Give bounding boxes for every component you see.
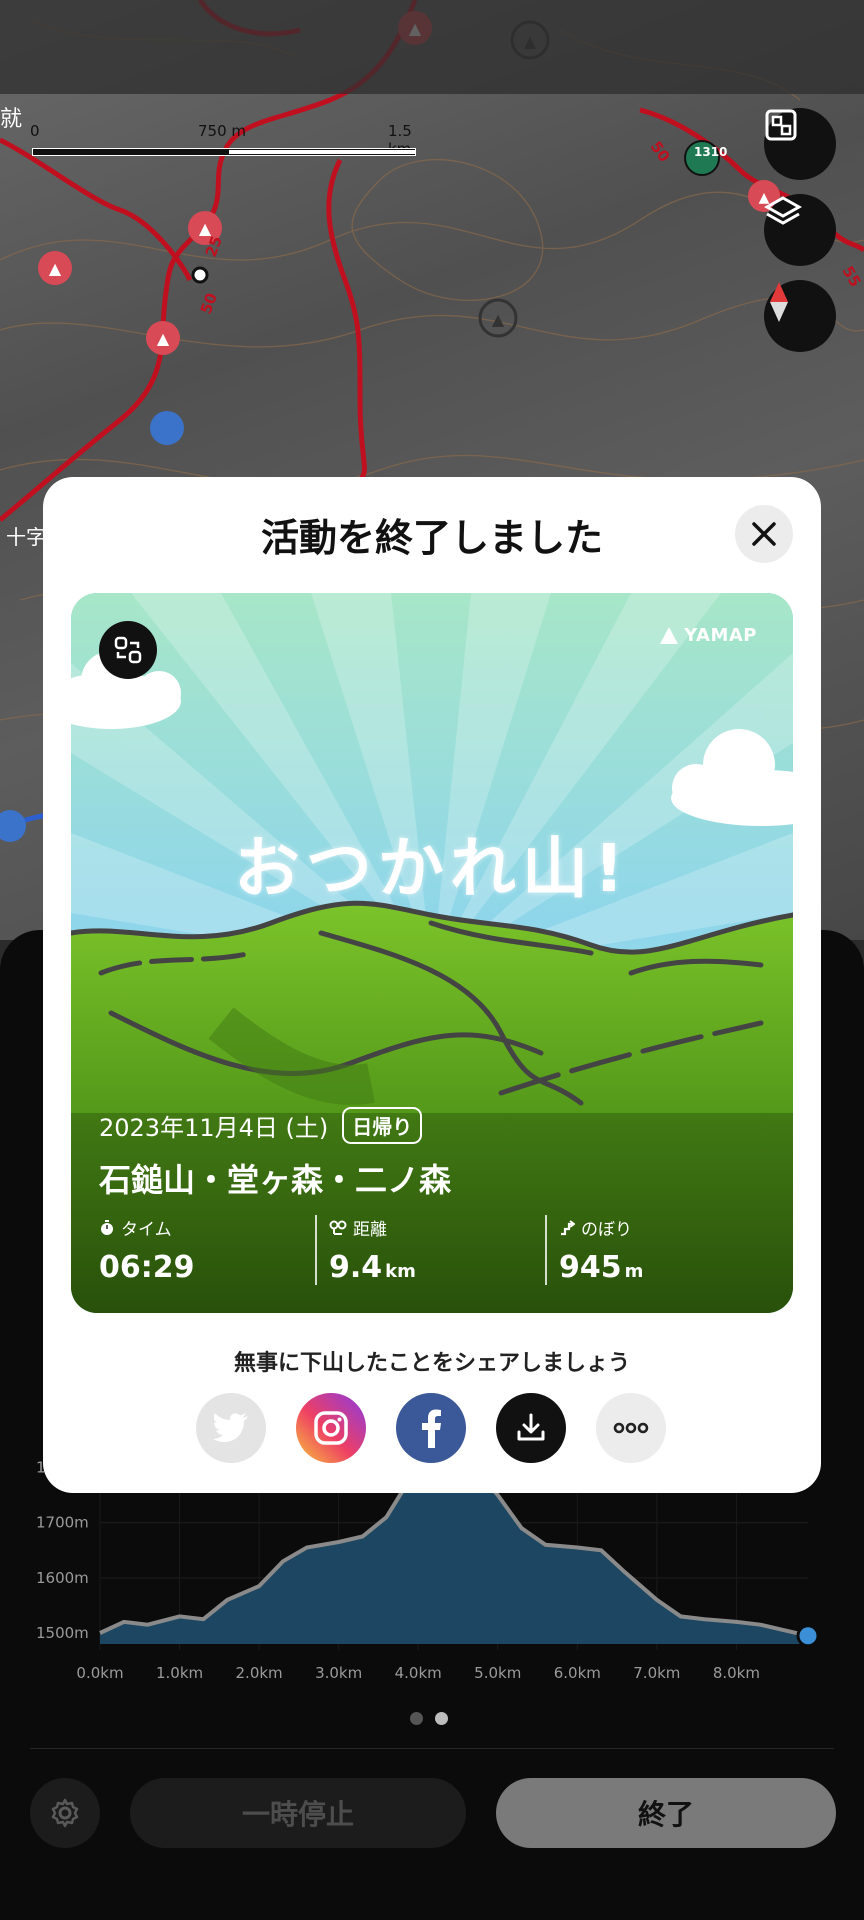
trail-marker: 50 [197,291,221,317]
switch-design-button[interactable] [99,621,157,679]
day-trip-tag: 日帰り [342,1107,423,1144]
end-button[interactable]: 終了 [496,1778,836,1848]
facebook-share-button[interactable] [396,1393,466,1463]
ascent-icon [561,1219,575,1235]
stopwatch-icon [101,1219,113,1235]
trail-marker: 55 [839,263,864,290]
x-tick-label: 1.0km [156,1664,203,1682]
share-prompt: 無事に下山したことをシェアしましょう [233,1351,630,1376]
scale-label: 0 [30,122,40,140]
brand-name: YAMAP [684,625,757,646]
catchphrase: おつかれ山! [233,830,631,907]
x-tick-label: 8.0km [713,1664,760,1682]
svg-text:▲: ▲ [49,259,62,278]
scale-label: 750 m [198,122,247,140]
stat-value: 06:29 [99,1250,195,1285]
activity-stats: タイム 06:29 距離 9.4 km のぼり 945 m [99,1215,775,1285]
activity-date-row: 2023年11月4日 (土) 日帰り [99,1107,423,1144]
instagram-icon [314,1411,348,1445]
x-tick-label: 6.0km [554,1664,601,1682]
distance-icon [329,1220,347,1235]
divider [30,1748,834,1749]
stat-unit: km [385,1261,416,1282]
twitter-icon [213,1413,248,1443]
close-icon [752,522,776,546]
current-position-marker [796,1624,820,1648]
compass-icon [770,282,788,322]
map-top-bar [0,0,864,94]
y-tick-label: 1500m [36,1624,89,1642]
pause-button[interactable]: 一時停止 [130,1778,466,1848]
layers-button[interactable] [764,194,836,266]
facebook-icon [422,1409,441,1448]
stat-ascent: のぼり 945 m [545,1215,775,1285]
close-button[interactable] [735,505,793,563]
gear-icon [51,1798,79,1828]
x-tick-label: 7.0km [633,1664,680,1682]
swap-icon [114,636,142,664]
map-place-label: 就 [0,107,22,132]
activity-finished-dialog: 活動を終了しました YAMAP おつかれ山! 2023年11月4日 (土) 日帰… [43,477,821,1493]
activity-date: 2023年11月4日 (土) [99,1114,329,1142]
stat-value: 945 [559,1250,622,1285]
stat-label: 距離 [353,1220,387,1240]
share-buttons [196,1393,666,1463]
download-icon [517,1413,545,1441]
stat-value: 9.4 [329,1250,383,1285]
stat-label: のぼり [581,1220,632,1240]
mountain-name: 石鎚山・堂ヶ森・二ノ森 [99,1161,452,1199]
page-dot [410,1712,423,1725]
yamap-logo: YAMAP [660,625,757,646]
dialog-title: 活動を終了しました [260,516,603,560]
layers-icon [764,196,802,225]
stat-unit: m [624,1261,644,1282]
trail-marker: 1310 [694,145,727,159]
x-tick-label: 0.0km [76,1664,123,1682]
x-tick-label: 4.0km [395,1664,442,1682]
stat-time: タイム 06:29 [99,1215,315,1285]
settings-button[interactable] [30,1778,100,1848]
instagram-share-button[interactable] [296,1393,366,1463]
compass-button[interactable] [764,280,836,352]
page-indicator [410,1712,448,1725]
fit-route-button[interactable] [764,108,836,180]
trail-marker: 50 [647,138,674,165]
stat-label: タイム [121,1220,172,1240]
svg-text:▲: ▲ [492,310,505,329]
y-tick-label: 1700m [36,1514,89,1532]
summary-card: YAMAP おつかれ山! 2023年11月4日 (土) 日帰り 石鎚山・堂ヶ森・… [71,593,793,1313]
more-share-button[interactable] [596,1393,666,1463]
fit-screen-icon [765,109,797,141]
card-illustration [71,593,793,1313]
x-tick-label: 3.0km [315,1664,362,1682]
more-icon [613,1422,649,1434]
x-tick-label: 2.0km [236,1664,283,1682]
x-tick-label: 5.0km [474,1664,521,1682]
page-dot [435,1712,448,1725]
map-place-label: 十字 [6,525,46,549]
svg-text:▲: ▲ [157,329,170,348]
map-scale-bar: 0 750 m 1.5 km [30,122,418,158]
download-button[interactable] [496,1393,566,1463]
twitter-share-button[interactable] [196,1393,266,1463]
stat-distance: 距離 9.4 km [315,1215,545,1285]
mountain-logo-icon [660,627,679,644]
y-tick-label: 1600m [36,1569,89,1587]
